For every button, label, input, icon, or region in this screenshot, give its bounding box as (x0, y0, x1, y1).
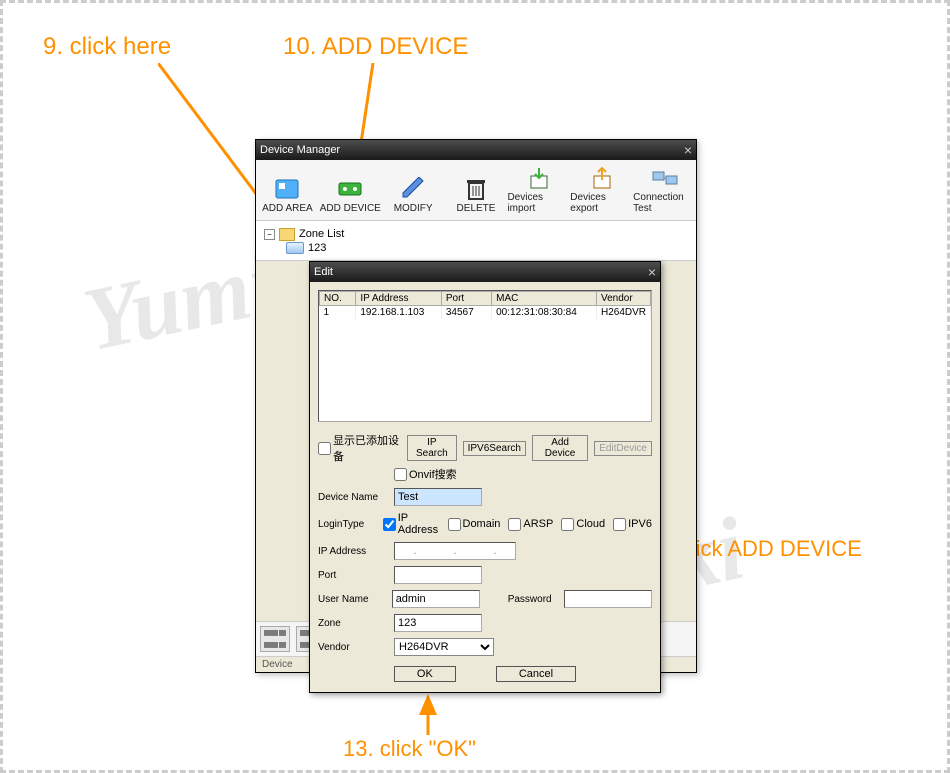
delete-button[interactable]: DELETE (445, 162, 508, 218)
ok-button[interactable]: OK (394, 666, 456, 682)
chk-onvif[interactable]: Onvif搜索 (394, 466, 457, 482)
connection-test-icon (651, 166, 679, 190)
ipv6-search-button[interactable]: IPV6Search (463, 441, 526, 456)
label-password: Password (508, 594, 556, 605)
zone-input[interactable] (394, 614, 482, 632)
table-row[interactable]: 1 192.168.1.103 34567 00:12:31:08:30:84 … (320, 306, 651, 320)
add-area-button[interactable]: ADD AREA (256, 162, 319, 218)
ip-address-input[interactable]: ... (394, 542, 516, 560)
zone-icon (286, 242, 304, 254)
import-icon (525, 166, 553, 190)
chk-arsp[interactable]: ARSP (508, 518, 553, 531)
close-icon[interactable]: × (684, 143, 692, 157)
tree-root[interactable]: − Zone List (264, 227, 688, 242)
chk-ipv6[interactable]: IPV6 (613, 518, 652, 531)
tree-child[interactable]: 123 (264, 242, 688, 254)
devices-import-button[interactable]: Devices import (507, 162, 570, 218)
add-device-button[interactable]: ADD DEVICE (319, 162, 382, 218)
edit-device-button[interactable]: EditDevice (594, 441, 652, 456)
col-ip: IP Address (356, 292, 442, 306)
delete-icon (462, 177, 490, 201)
callout-9: 9. click here (43, 33, 171, 61)
col-no: NO. (320, 292, 356, 306)
arrow-13 (418, 693, 438, 743)
modify-icon (399, 177, 427, 201)
user-name-input[interactable] (392, 590, 480, 608)
add-device-icon (336, 177, 364, 201)
titlebar[interactable]: Device Manager × (256, 140, 696, 160)
export-icon (588, 166, 616, 190)
password-input[interactable] (564, 590, 652, 608)
label-vendor: Vendor (318, 642, 386, 653)
ip-search-button[interactable]: IP Search (407, 435, 457, 461)
folder-icon (279, 228, 295, 241)
edit-dialog: Edit × NO. IP Address Port MAC Vendor 1 … (309, 261, 661, 693)
device-table[interactable]: NO. IP Address Port MAC Vendor 1 192.168… (318, 290, 652, 422)
col-vendor: Vendor (596, 292, 650, 306)
label-device-name: Device Name (318, 492, 386, 503)
dialog-titlebar[interactable]: Edit × (310, 262, 660, 282)
callout-10: 10. ADD DEVICE (283, 33, 468, 61)
connection-test-button[interactable]: Connection Test (633, 162, 696, 218)
devices-export-button[interactable]: Devices export (570, 162, 633, 218)
label-login-type: LoginType (318, 519, 375, 530)
chk-cloud[interactable]: Cloud (561, 518, 605, 531)
status-tab: Device (262, 659, 293, 670)
vendor-select[interactable]: H264DVR (394, 638, 494, 656)
dialog-close-icon[interactable]: × (648, 265, 656, 279)
add-device-button-small[interactable]: Add Device (532, 435, 588, 461)
label-ip-address: IP Address (318, 546, 386, 557)
label-user-name: User Name (318, 594, 384, 605)
chk-ip[interactable]: IP Address (383, 512, 440, 536)
dialog-title: Edit (314, 266, 648, 278)
device-name-input[interactable] (394, 488, 482, 506)
chk-show-added[interactable]: 显示已添加设备 (318, 432, 401, 464)
add-area-icon (273, 177, 301, 201)
label-zone: Zone (318, 618, 386, 629)
port-input[interactable] (394, 566, 482, 584)
label-port: Port (318, 570, 386, 581)
toolbar: ADD AREA ADD DEVICE MODIFY DELETE Device… (256, 160, 696, 221)
collapse-icon[interactable]: − (264, 229, 275, 240)
col-port: Port (441, 292, 491, 306)
window-title: Device Manager (260, 144, 684, 156)
col-mac: MAC (492, 292, 597, 306)
grid-layout-1[interactable] (260, 626, 290, 652)
chk-domain[interactable]: Domain (448, 518, 501, 531)
modify-button[interactable]: MODIFY (382, 162, 445, 218)
zone-tree: − Zone List 123 (256, 221, 696, 261)
callout-13: 13. click "OK" (343, 736, 476, 762)
cancel-button[interactable]: Cancel (496, 666, 576, 682)
